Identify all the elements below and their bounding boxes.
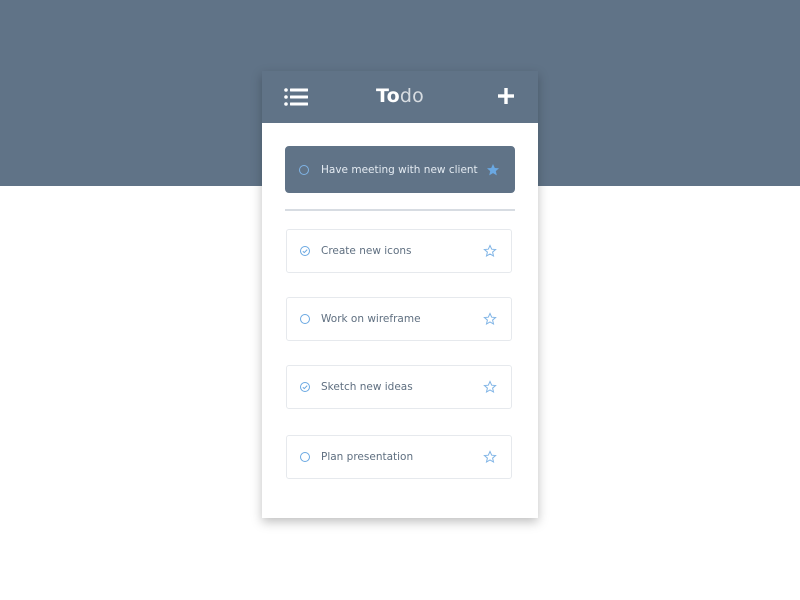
- star-icon[interactable]: [483, 380, 497, 394]
- check-circle-icon[interactable]: [299, 381, 311, 393]
- section-divider: [285, 209, 515, 211]
- circle-icon[interactable]: [299, 313, 311, 325]
- circle-icon[interactable]: [298, 164, 310, 176]
- app-title-part1: To: [376, 85, 400, 107]
- card-header: Todo: [262, 71, 538, 123]
- todo-item[interactable]: Work on wireframe: [286, 297, 512, 341]
- app-title-part2: do: [399, 85, 424, 107]
- todo-item[interactable]: Plan presentation: [286, 435, 512, 479]
- todo-item[interactable]: Sketch new ideas: [286, 365, 512, 409]
- star-icon[interactable]: [486, 163, 500, 177]
- add-todo-button[interactable]: [496, 86, 516, 106]
- star-icon[interactable]: [483, 312, 497, 326]
- todo-label: Have meeting with new client: [321, 163, 478, 176]
- todo-label: Work on wireframe: [321, 313, 421, 325]
- plus-icon: [498, 88, 514, 104]
- circle-icon[interactable]: [299, 451, 311, 463]
- todo-label: Create new icons: [321, 245, 412, 257]
- check-circle-icon[interactable]: [299, 245, 311, 257]
- star-icon[interactable]: [483, 244, 497, 258]
- todo-label: Sketch new ideas: [321, 381, 413, 393]
- todo-label: Plan presentation: [321, 451, 414, 463]
- todo-card: Todo Have meeting with new client Create…: [262, 71, 538, 518]
- star-icon[interactable]: [483, 450, 497, 464]
- highlighted-todo-item[interactable]: Have meeting with new client: [285, 146, 515, 193]
- todo-item[interactable]: Create new icons: [286, 229, 512, 273]
